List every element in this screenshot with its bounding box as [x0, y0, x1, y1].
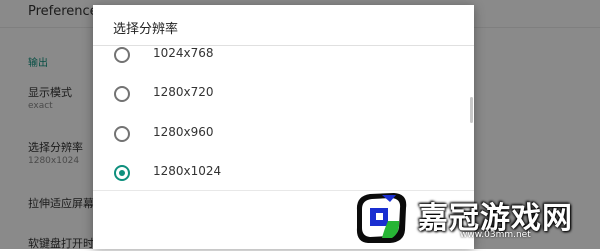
option-label: 1280x1024 [153, 164, 222, 178]
radio-unchecked-icon[interactable] [114, 86, 130, 102]
radio-checked-icon[interactable] [114, 165, 130, 181]
watermark: 嘉冠游戏网 www.03mm.net [348, 185, 600, 249]
resolution-option-1280x960[interactable]: 1280x960 [93, 113, 474, 153]
option-label: 1280x720 [153, 85, 214, 99]
dialog-title: 选择分辨率 [113, 22, 179, 37]
radio-unchecked-icon[interactable] [114, 47, 130, 63]
watermark-url: www.03mm.net [460, 230, 531, 240]
stylized-logo-icon [356, 193, 407, 243]
option-label: 1280x960 [153, 125, 214, 139]
radio-unchecked-icon[interactable] [114, 126, 130, 142]
scrollbar[interactable] [470, 97, 473, 123]
radio-dot [119, 170, 125, 176]
option-label: 1024x768 [153, 46, 214, 60]
resolution-option-1024x768[interactable]: 1024x768 [93, 46, 474, 74]
resolution-option-1280x720[interactable]: 1280x720 [93, 73, 474, 113]
